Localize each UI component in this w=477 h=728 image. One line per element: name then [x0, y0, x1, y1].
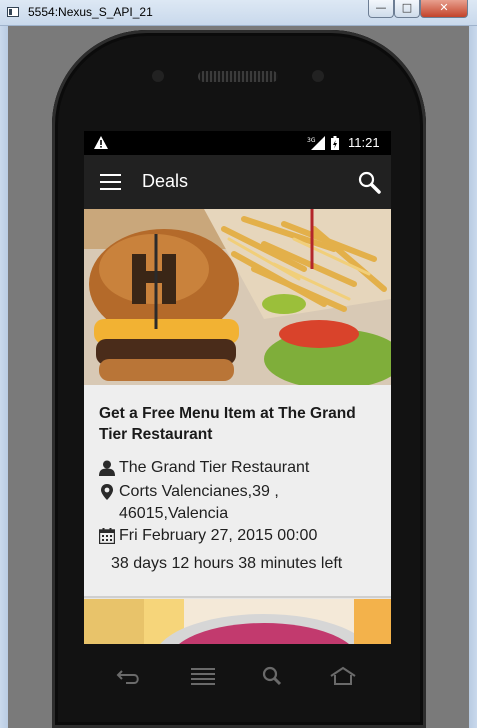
app-bar: Deals [84, 155, 391, 209]
search-key-icon[interactable] [258, 665, 288, 687]
home-icon[interactable] [328, 665, 358, 687]
calendar-icon [99, 528, 115, 544]
menu-icon[interactable] [100, 174, 121, 190]
deal-date: Fri February 27, 2015 00:00 [119, 527, 318, 544]
battery-charging-icon [331, 136, 339, 150]
earpiece-speaker [198, 71, 278, 82]
deal-image [84, 209, 391, 385]
address-line-2: 46015,Valencia [119, 505, 229, 522]
address-line-1: Corts Valencianes,39 , [119, 483, 279, 500]
menu-key-icon[interactable] [188, 665, 218, 687]
svg-text:3G: 3G [307, 137, 316, 144]
window-frame-right [469, 26, 477, 728]
map-marker-icon [101, 484, 113, 500]
business-name: The Grand Tier Restaurant [119, 459, 310, 476]
deal-card[interactable]: Get a Free Menu Item at The Grand Tier R… [84, 209, 391, 598]
deals-list[interactable]: Get a Free Menu Item at The Grand Tier R… [84, 209, 391, 644]
emulator-app-icon [7, 7, 19, 17]
deal-title[interactable]: Get a Free Menu Item at The Grand Tier R… [99, 403, 384, 445]
proximity-sensor [152, 70, 164, 82]
warning-icon [94, 136, 108, 149]
minimize-button[interactable]: — [368, 0, 394, 18]
time-left: 38 days 12 hours 38 minutes left [111, 555, 343, 572]
maximize-button[interactable]: □ [394, 0, 420, 18]
phone-screen: 3G 11:21 Deals Get a Free Menu Item at T… [84, 131, 391, 644]
user-icon [99, 460, 115, 476]
search-icon[interactable] [357, 170, 381, 194]
window-title: 5554:Nexus_S_API_21 [28, 5, 153, 19]
front-camera [312, 70, 324, 82]
close-button[interactable]: ✕ [420, 0, 468, 18]
status-time: 11:21 [348, 135, 380, 150]
back-icon[interactable] [114, 665, 144, 687]
window-titlebar: 5554:Nexus_S_API_21 — □ ✕ [0, 0, 477, 26]
window-frame-left [0, 26, 8, 728]
page-title: Deals [142, 171, 189, 191]
next-deal-image[interactable] [84, 599, 391, 644]
status-bar: 3G 11:21 [84, 131, 391, 155]
signal-3g-icon: 3G [307, 136, 325, 150]
